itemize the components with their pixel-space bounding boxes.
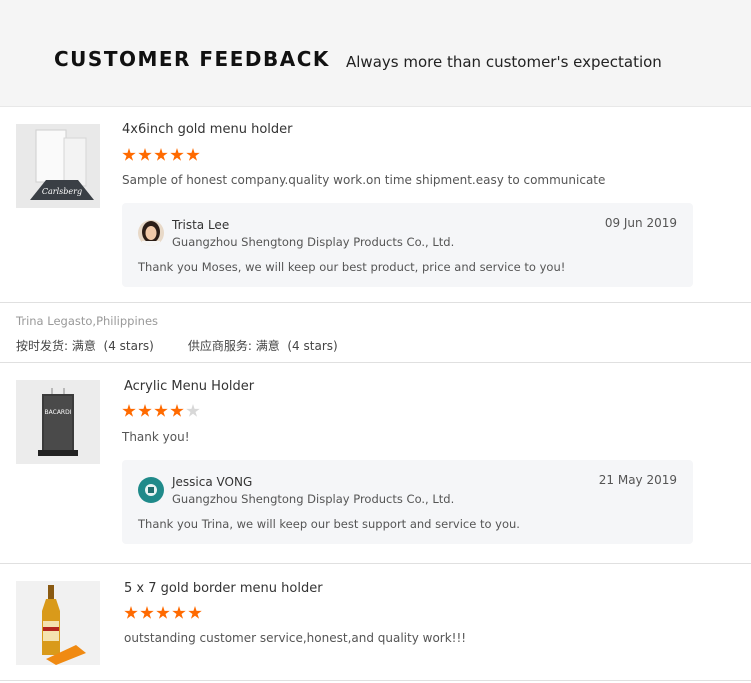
star-icon xyxy=(124,606,138,619)
divider xyxy=(0,680,751,681)
star-empty-icon xyxy=(186,404,200,417)
delivery-value: 满意 xyxy=(71,339,96,353)
reply-text: Thank you Moses, we will keep our best p… xyxy=(138,260,566,274)
star-icon xyxy=(154,148,168,161)
star-icon xyxy=(122,404,136,417)
woman-avatar-icon xyxy=(138,220,164,246)
delivery-rating: 按时发货: 满意 (4 stars) xyxy=(16,337,154,354)
service-label: 供应商服务: xyxy=(187,339,252,353)
reply-text: Thank you Trina, we will keep our best s… xyxy=(138,517,520,531)
review-comment: Sample of honest company.quality work.on… xyxy=(122,173,606,187)
delivery-stars: (4 stars) xyxy=(103,339,154,353)
star-icon xyxy=(172,606,186,619)
divider xyxy=(0,362,751,363)
reviewer-name: Trina Legasto,Philippines xyxy=(16,314,159,328)
delivery-label: 按时发货: xyxy=(16,339,69,353)
acrylic-menu-holder-icon: BACARDI xyxy=(16,380,100,464)
bottle-with-holder-icon xyxy=(16,581,100,665)
reply-company: Guangzhou Shengtong Display Products Co.… xyxy=(172,492,455,506)
reply-date: 21 May 2019 xyxy=(598,473,677,487)
star-rating xyxy=(124,606,202,622)
reply-date: 09 Jun 2019 xyxy=(604,216,677,230)
teal-avatar-icon xyxy=(138,477,164,503)
divider xyxy=(0,563,751,564)
product-thumbnail[interactable] xyxy=(16,581,100,665)
svg-text:BACARDI: BACARDI xyxy=(45,409,72,416)
product-name[interactable]: 5 x 7 gold border menu holder xyxy=(124,581,323,596)
star-icon xyxy=(140,606,154,619)
service-stars: (4 stars) xyxy=(287,339,338,353)
page-subtitle: Always more than customer's expectation xyxy=(346,53,662,71)
seller-reply: Jessica VONG Guangzhou Shengtong Display… xyxy=(122,460,693,544)
star-icon xyxy=(138,148,152,161)
service-value: 满意 xyxy=(255,339,280,353)
acrylic-sign-holder-icon: Carlsberg xyxy=(16,124,100,208)
rating-scores: 按时发货: 满意 (4 stars) 供应商服务: 满意 (4 stars) xyxy=(16,337,338,354)
divider xyxy=(0,302,751,303)
page-header: CUSTOMER FEEDBACK Always more than custo… xyxy=(0,0,751,107)
star-icon xyxy=(188,606,202,619)
reply-company: Guangzhou Shengtong Display Products Co.… xyxy=(172,235,455,249)
star-rating xyxy=(122,404,200,420)
page-title: CUSTOMER FEEDBACK xyxy=(54,47,330,71)
product-name[interactable]: Acrylic Menu Holder xyxy=(124,379,254,394)
star-icon xyxy=(156,606,170,619)
review-comment: outstanding customer service,honest,and … xyxy=(124,631,467,645)
avatar xyxy=(138,220,164,246)
star-rating xyxy=(122,148,200,164)
product-name[interactable]: 4x6inch gold menu holder xyxy=(122,122,292,137)
review-comment: Thank you! xyxy=(122,430,190,444)
reviewer-ratings: Trina Legasto,Philippines 按时发货: 满意 (4 st… xyxy=(16,314,338,354)
star-icon xyxy=(186,148,200,161)
product-thumbnail[interactable]: Carlsberg xyxy=(16,124,100,208)
star-icon xyxy=(138,404,152,417)
svg-text:Carlsberg: Carlsberg xyxy=(42,187,82,196)
avatar xyxy=(138,477,164,503)
star-icon xyxy=(122,148,136,161)
star-icon xyxy=(154,404,168,417)
reply-author-name: Trista Lee xyxy=(172,218,230,232)
service-rating: 供应商服务: 满意 (4 stars) xyxy=(188,337,338,354)
reply-author-name: Jessica VONG xyxy=(172,475,253,489)
product-thumbnail[interactable]: BACARDI xyxy=(16,380,100,464)
star-icon xyxy=(170,404,184,417)
star-icon xyxy=(170,148,184,161)
seller-reply: Trista Lee Guangzhou Shengtong Display P… xyxy=(122,203,693,287)
